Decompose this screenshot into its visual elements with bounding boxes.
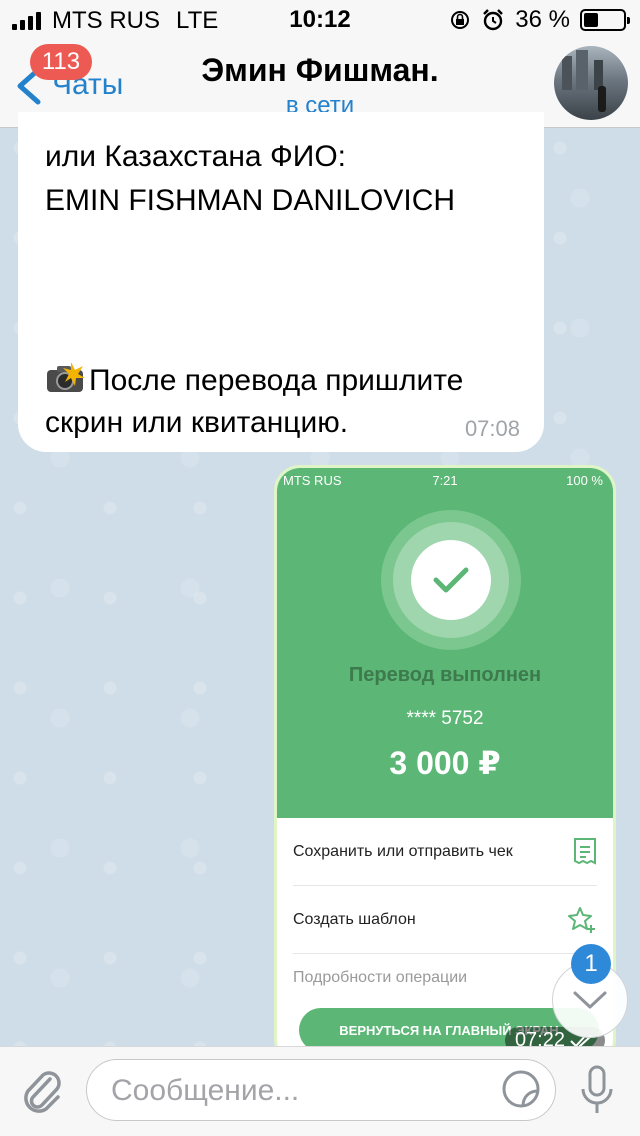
transfer-amount: 3 000 ₽ [389,745,501,781]
rotation-lock-icon [451,11,470,29]
battery-percent: 36 % [515,6,570,33]
star-plus-icon [568,906,595,933]
photo-status-bar: MTS RUS 7:21 100 % [277,468,613,496]
avatar[interactable] [554,46,628,120]
photo-battery: 100 % [566,473,603,488]
camera-flash-icon [47,362,85,392]
battery-icon [580,9,630,31]
save-receipt-row: Сохранить или отправить чек [293,818,597,886]
message-input[interactable] [111,1072,491,1110]
create-template-row: Создать шаблон [293,886,597,954]
message-line: После перевода пришлите [89,364,464,397]
checkmark-icon [433,567,469,593]
action-label: Подробности операции [293,969,468,986]
photo-clock: 7:21 [432,473,458,488]
alarm-icon [483,9,504,31]
action-label: Сохранить или отправить чек [293,842,513,860]
receipt-icon [574,837,596,865]
card-number: **** 5752 [406,708,484,729]
message-line: EMIN FISHMAN DANILOVICH [45,184,456,217]
message-time: 07:08 [464,416,520,441]
transfer-status: Перевод выполнен [348,664,542,686]
action-label: Создать шаблон [293,910,416,928]
microphone-icon[interactable] [580,1065,614,1117]
sticker-icon[interactable] [501,1069,541,1109]
incoming-message[interactable]: или Казахстана ФИО: EMIN FISHMAN DANILOV… [18,112,544,452]
operation-details-row: Подробности операции [293,956,597,1000]
message-line: или Казахстана ФИО: [45,140,346,173]
message-input-bar [0,1046,640,1136]
message-line: скрин или квитанцию. [45,406,349,439]
new-messages-badge: 1 [571,944,611,984]
status-bar: MTS RUS LTE 10:12 36 % [0,0,640,40]
chevron-down-icon [573,991,607,1009]
chat-title[interactable]: Эмин Фишман. [0,52,640,89]
paperclip-icon[interactable] [20,1067,64,1117]
message-field[interactable] [86,1059,556,1121]
